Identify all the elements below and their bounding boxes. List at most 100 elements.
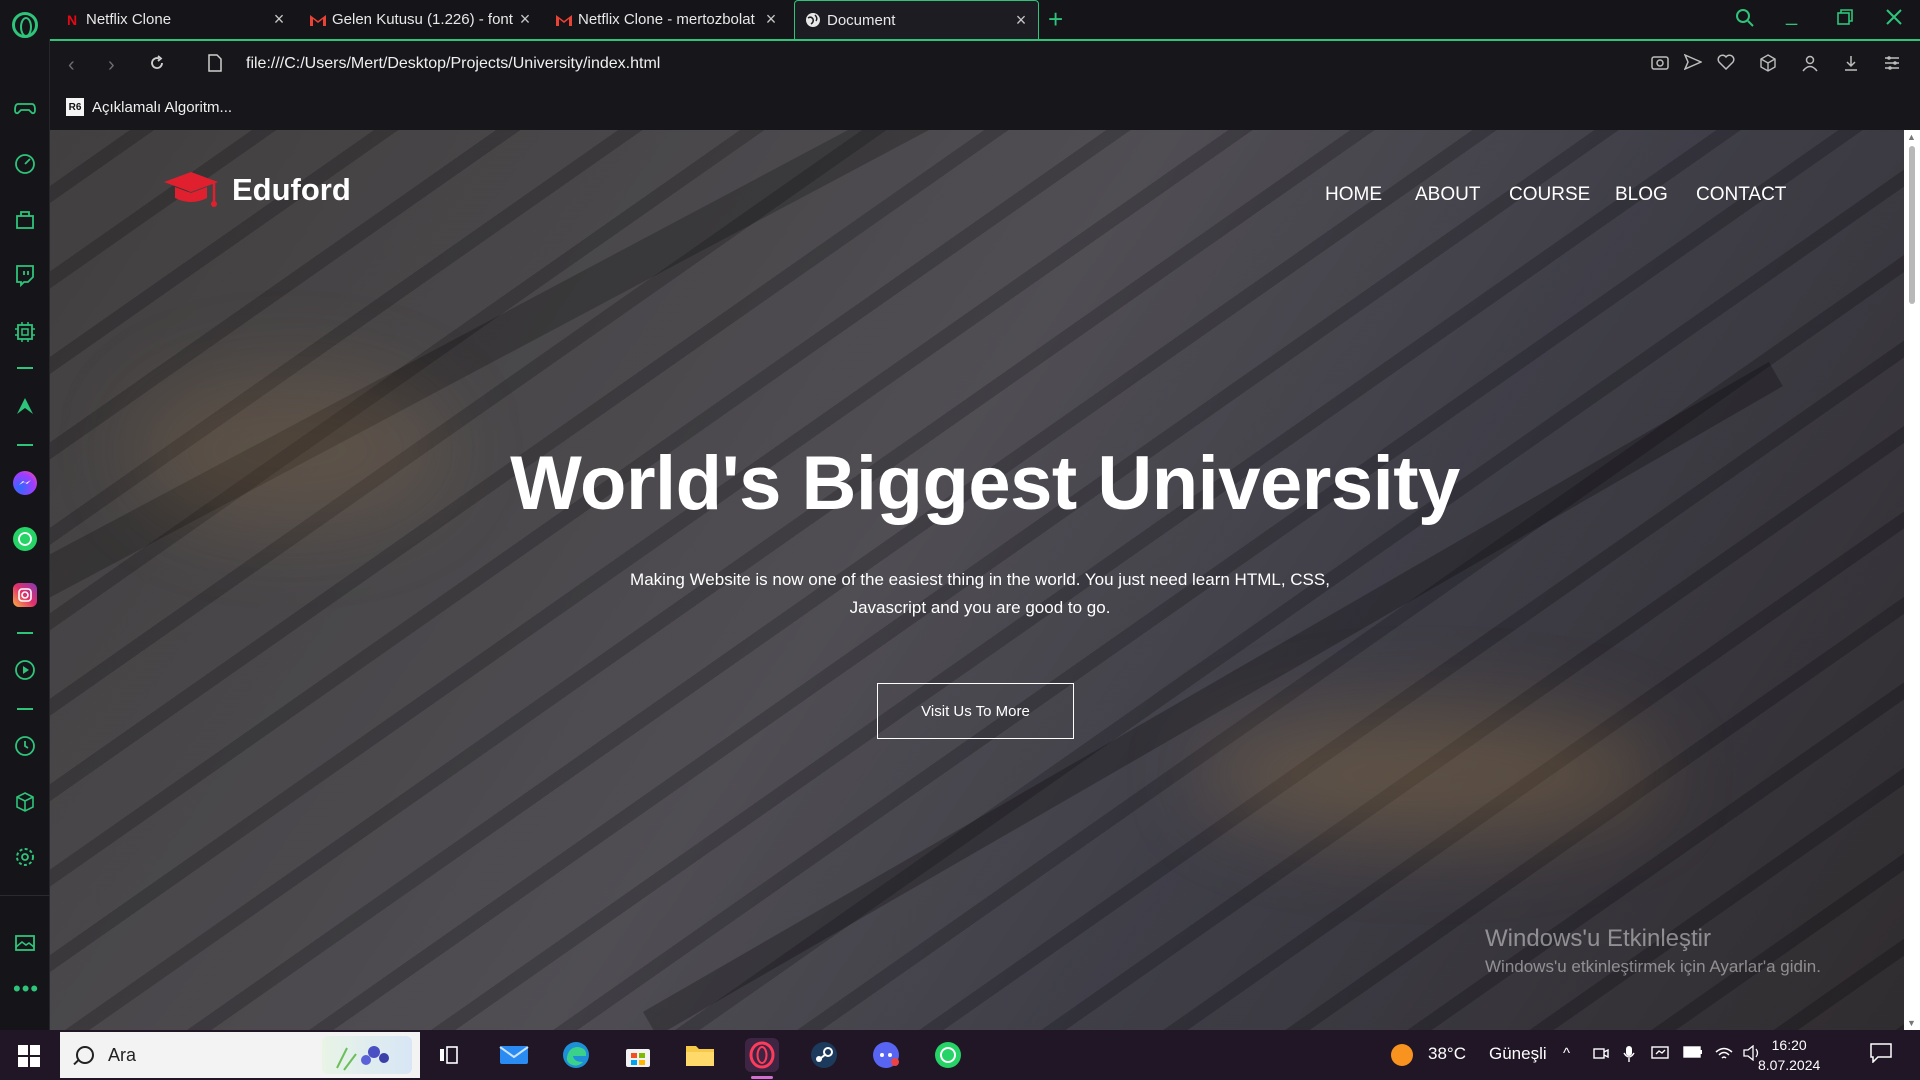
taskbar-search[interactable]: Ara — [60, 1032, 420, 1078]
notifications-icon[interactable] — [1870, 1043, 1892, 1067]
back-icon[interactable]: ‹ — [68, 54, 75, 77]
extensions-icon[interactable] — [1758, 54, 1778, 74]
minimize-icon[interactable]: _ — [1786, 4, 1797, 27]
messenger-icon[interactable] — [13, 471, 37, 495]
opera-logo-icon[interactable] — [12, 12, 38, 38]
system-clock[interactable]: 16:20 8.07.2024 — [1758, 1035, 1820, 1075]
discord-icon[interactable] — [869, 1038, 903, 1072]
weather-temp[interactable]: 38°C — [1428, 1044, 1466, 1064]
whatsapp-icon[interactable] — [13, 527, 37, 551]
nav-blog[interactable]: BLOG — [1615, 184, 1668, 206]
tab-title: Document — [827, 11, 896, 29]
scroll-down-icon[interactable]: ▼ — [1907, 1018, 1916, 1028]
tab-document[interactable]: Document × — [794, 0, 1039, 39]
more-icon[interactable]: ••• — [13, 978, 38, 1007]
send-icon[interactable] — [1683, 53, 1703, 74]
divider — [17, 632, 33, 634]
divider — [17, 444, 33, 446]
mail-icon[interactable] — [497, 1038, 531, 1072]
search-icon — [76, 1046, 94, 1064]
search-highlight-image — [322, 1036, 412, 1074]
cpu-icon[interactable] — [13, 320, 37, 344]
tab-title: Netflix Clone — [86, 11, 172, 28]
edge-icon[interactable] — [559, 1038, 593, 1072]
chevron-up-icon[interactable]: ^ — [1563, 1045, 1570, 1062]
hero-subtitle-line: Making Website is now one of the easiest… — [630, 570, 1330, 589]
restore-icon[interactable] — [1836, 8, 1854, 32]
weather-desc[interactable]: Güneşli — [1489, 1044, 1547, 1064]
tab-gmail-netflix[interactable]: Netflix Clone - mertozbolat × — [546, 0, 788, 39]
forward-icon[interactable]: › — [108, 54, 115, 77]
profile-icon[interactable] — [1800, 54, 1820, 74]
twitch-icon[interactable] — [13, 263, 37, 288]
file-explorer-icon[interactable] — [683, 1038, 717, 1072]
microsoft-store-icon[interactable] — [621, 1038, 655, 1072]
windows-start-icon[interactable] — [18, 1045, 40, 1067]
scroll-thumb[interactable] — [1909, 146, 1915, 304]
bookmark-label: Açıklamalı Algoritm... — [92, 98, 233, 116]
whatsapp-icon[interactable] — [931, 1038, 965, 1072]
settings-icon[interactable] — [13, 845, 37, 869]
nav-course[interactable]: COURSE — [1509, 184, 1590, 206]
weather-sun-icon[interactable] — [1385, 1038, 1419, 1072]
meet-now-icon[interactable] — [1593, 1045, 1609, 1065]
steam-icon[interactable] — [807, 1038, 841, 1072]
wifi-icon[interactable] — [1715, 1045, 1733, 1065]
browser-sidebar: ••• — [0, 39, 50, 1030]
download-icon[interactable] — [1841, 54, 1861, 74]
hero-subtitle: Making Website is now one of the easiest… — [610, 566, 1350, 622]
screen: N Netflix Clone × Gelen Kutusu (1.226) -… — [0, 0, 1920, 1080]
nav-about[interactable]: ABOUT — [1415, 184, 1480, 206]
hero-title: World's Biggest University — [510, 441, 1460, 526]
bookmark-favicon: R6 — [66, 98, 84, 116]
close-icon[interactable]: × — [1012, 11, 1030, 29]
nav-home[interactable]: HOME — [1325, 184, 1382, 206]
nav-contact[interactable]: CONTACT — [1696, 184, 1786, 206]
task-view-icon[interactable] — [433, 1038, 467, 1072]
snapshot-icon[interactable] — [1650, 54, 1670, 74]
brand-logo[interactable]: Eduford — [162, 168, 351, 212]
activation-title: Windows'u Etkinleştir — [1485, 925, 1711, 952]
microphone-icon[interactable] — [1623, 1045, 1635, 1067]
battery-icon[interactable] — [1683, 1045, 1703, 1062]
hero-subtitle-line: Javascript and you are good to go. — [849, 598, 1111, 617]
file-page-icon[interactable] — [208, 54, 222, 78]
network-monitor-icon[interactable] — [1651, 1045, 1669, 1065]
bookmarks-bar: R6 Açıklamalı Algoritm... — [50, 89, 1920, 130]
url-field[interactable]: file:///C:/Users/Mert/Desktop/Projects/U… — [246, 55, 660, 73]
graduation-cap-icon — [162, 168, 220, 212]
bookmark-item[interactable]: R6 Açıklamalı Algoritm... — [66, 98, 232, 116]
windows-taskbar: Ara 38°C Güneşli ^ 16:20 8.07.2024 — [0, 1030, 1920, 1080]
page-scrollbar[interactable]: ▲ ▼ — [1904, 130, 1920, 1030]
aria-icon[interactable] — [13, 394, 37, 418]
player-icon[interactable] — [13, 658, 37, 682]
close-icon[interactable]: × — [762, 10, 780, 28]
heart-icon[interactable] — [1716, 54, 1736, 74]
opera-gx-icon[interactable] — [745, 1038, 779, 1079]
speedometer-icon[interactable] — [13, 151, 37, 175]
easy-setup-icon[interactable] — [1882, 54, 1902, 74]
scroll-up-icon[interactable]: ▲ — [1907, 132, 1916, 142]
gamepad-icon[interactable] — [13, 96, 37, 120]
close-icon[interactable]: × — [270, 10, 288, 28]
browser-tab-bar: N Netflix Clone × Gelen Kutusu (1.226) -… — [0, 0, 1920, 39]
history-icon[interactable] — [13, 734, 37, 758]
tab-netflix-clone[interactable]: N Netflix Clone × — [54, 0, 296, 39]
divider — [0, 895, 50, 896]
reload-icon[interactable] — [148, 54, 166, 78]
image-icon[interactable] — [13, 931, 37, 955]
globe-icon — [805, 12, 821, 28]
tab-title: Gelen Kutusu (1.226) - font — [332, 11, 513, 28]
extensions-icon[interactable] — [13, 790, 37, 814]
address-bar: ‹ › file:///C:/Users/Mert/Desktop/Projec… — [50, 39, 1920, 89]
new-tab-button[interactable]: + — [1048, 6, 1063, 32]
windows-activation-watermark: Windows'u Etkinleştir Windows'u etkinleş… — [1485, 925, 1821, 977]
light-glow — [1200, 710, 1660, 840]
visit-us-button[interactable]: Visit Us To More — [877, 683, 1074, 739]
close-icon[interactable]: × — [516, 10, 534, 28]
store-icon[interactable] — [13, 207, 37, 231]
tab-gmail-inbox[interactable]: Gelen Kutusu (1.226) - font × — [300, 0, 542, 39]
close-window-icon[interactable] — [1885, 8, 1903, 32]
search-tabs-icon[interactable] — [1735, 8, 1755, 34]
instagram-icon[interactable] — [13, 583, 37, 607]
